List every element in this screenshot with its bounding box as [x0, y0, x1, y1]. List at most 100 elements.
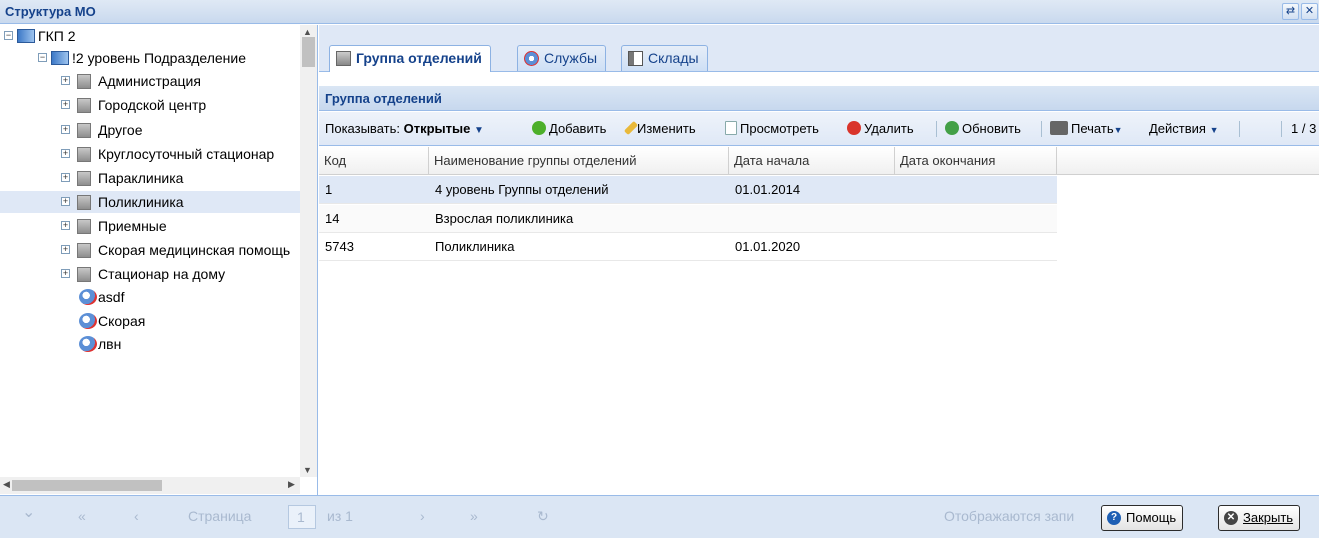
print-label: Печать [1071, 121, 1114, 136]
window-titlebar: Структура МО ⇄ ✕ [0, 0, 1319, 24]
expand-icon[interactable]: + [61, 245, 70, 254]
cell-code: 5743 [325, 239, 354, 254]
print-button[interactable]: Печать▼ [1050, 112, 1123, 147]
add-icon [532, 121, 546, 135]
help-icon: ? [1107, 511, 1121, 525]
scroll-down-icon[interactable]: ▼ [303, 465, 312, 475]
page-number-input[interactable]: 1 [288, 505, 316, 529]
column-header-name[interactable]: Наименование группы отделений [429, 147, 729, 175]
expand-icon[interactable]: + [61, 173, 70, 182]
structure-tree: − ГКП 2 − !2 уровень Подразделение + Адм… [0, 25, 318, 495]
tree-horizontal-scrollbar[interactable]: ◀ ▶ [0, 477, 300, 494]
column-header-start-date[interactable]: Дата начала [729, 147, 895, 175]
tree-node-service-lvn[interactable]: лвн [0, 333, 300, 355]
tree-node-level2[interactable]: − !2 уровень Подразделение [0, 47, 300, 69]
previous-page-icon[interactable]: ‹ [134, 508, 139, 524]
tree-node-reception[interactable]: + Приемные [0, 215, 300, 237]
first-page-icon[interactable]: « [78, 508, 86, 524]
tree-node-label: ГКП 2 [38, 28, 76, 44]
tree-node-other[interactable]: + Другое [0, 119, 300, 141]
tree-node-label: Параклиника [98, 170, 184, 186]
tree-node-administration[interactable]: + Администрация [0, 70, 300, 92]
tree-vertical-scrollbar[interactable]: ▲ ▼ [300, 25, 317, 477]
tree-node-label: Скорая [98, 313, 146, 329]
grid-header: Код Наименование группы отделений Дата н… [319, 147, 1319, 175]
scrollbar-thumb[interactable] [302, 37, 315, 67]
scroll-up-icon[interactable]: ▲ [303, 27, 312, 37]
edit-button[interactable]: Изменить [623, 112, 696, 146]
table-row[interactable]: 1 4 уровень Группы отделений 01.01.2014 [319, 176, 1057, 204]
expand-icon[interactable]: + [61, 76, 70, 85]
last-page-icon[interactable]: » [470, 508, 478, 524]
expand-icon[interactable]: + [61, 149, 70, 158]
expand-icon[interactable]: + [61, 269, 70, 278]
column-header-code[interactable]: Код [319, 147, 429, 175]
printer-icon [1050, 121, 1068, 135]
scrollbar-thumb[interactable] [12, 480, 162, 491]
tree-node-root[interactable]: − ГКП 2 [0, 25, 300, 47]
expand-icon[interactable]: + [61, 197, 70, 206]
tree-node-label: Поликлиника [98, 194, 184, 210]
expand-icon[interactable]: + [61, 125, 70, 134]
expand-icon[interactable]: + [61, 221, 70, 230]
filter-value: Открытые [403, 121, 471, 136]
scroll-left-icon[interactable]: ◀ [3, 479, 10, 490]
building-icon [77, 147, 91, 162]
tree-node-label: asdf [98, 289, 125, 305]
tree-node-home-hospital[interactable]: + Стационар на дому [0, 263, 300, 285]
tree-node-hospital[interactable]: + Круглосуточный стационар [0, 143, 300, 165]
refresh-button[interactable]: Обновить [945, 112, 1021, 146]
table-row[interactable]: 5743 Поликлиника 01.01.2020 [319, 233, 1057, 261]
collapse-icon[interactable]: − [4, 31, 13, 40]
cell-start-date: 01.01.2014 [735, 182, 801, 197]
tree-node-service-asdf[interactable]: asdf [0, 286, 300, 308]
cell-start-date [729, 205, 735, 233]
window-title: Структура МО [5, 4, 96, 19]
grid-toolbar: Показывать: Открытые ▼ Добавить Изменить… [319, 112, 1319, 146]
tree-node-polyclinic[interactable]: + Поликлиника [0, 191, 300, 213]
tree-node-paraclinic[interactable]: + Параклиника [0, 167, 300, 189]
add-button[interactable]: Добавить [532, 112, 606, 146]
organization-icon [17, 29, 35, 43]
close-window-icon[interactable]: ✕ [1301, 3, 1318, 20]
tree-node-ambulance[interactable]: + Скорая медицинская помощь [0, 239, 300, 261]
help-label: Помощь [1126, 510, 1177, 525]
building-icon [77, 219, 91, 234]
view-label: Просмотреть [740, 121, 819, 136]
collapse-icon[interactable]: − [38, 53, 47, 62]
restore-icon[interactable]: ⇄ [1282, 3, 1299, 20]
service-icon [79, 289, 97, 305]
close-button[interactable]: ✕ Закрыть [1218, 505, 1301, 531]
column-header-end-date[interactable]: Дата окончания [895, 147, 1057, 175]
service-icon [79, 313, 97, 329]
next-page-icon[interactable]: › [420, 508, 425, 524]
tree-node-label: Городской центр [98, 97, 207, 113]
tree-node-service-ambulance[interactable]: Скорая [0, 310, 300, 332]
refresh-icon[interactable]: ↻ [537, 508, 549, 525]
document-icon [725, 121, 737, 135]
tree-node-label: !2 уровень Подразделение [72, 50, 246, 66]
record-counter: 1 / 3 [1291, 121, 1317, 136]
tree-node-label: Другое [98, 122, 143, 138]
tab-warehouses[interactable]: Склады [621, 45, 708, 71]
actions-button[interactable]: Действия ▼ [1149, 112, 1219, 147]
scroll-right-icon[interactable]: ▶ [288, 479, 295, 490]
tree-node-label: Приемные [98, 218, 167, 234]
panel-title: Группа отделений [319, 86, 1319, 111]
tree-node-city-center[interactable]: + Городской центр [0, 94, 300, 116]
tab-department-groups[interactable]: Группа отделений [329, 45, 491, 72]
tree-node-label: лвн [98, 336, 122, 352]
bottom-toolbar: ⌄ « ‹ Страница 1 из 1 › » ↻ Отображаются… [0, 495, 1319, 538]
filter-dropdown[interactable]: Показывать: Открытые ▼ [325, 112, 484, 148]
tab-services[interactable]: Службы [517, 45, 607, 71]
delete-button[interactable]: Удалить [847, 112, 914, 146]
close-label: Закрыть [1243, 510, 1294, 525]
dropdown-icon[interactable]: ⌄ [22, 502, 35, 522]
help-button[interactable]: ? Помощь [1101, 505, 1184, 531]
expand-icon[interactable]: + [61, 100, 70, 109]
filter-label: Показывать: [325, 121, 400, 136]
view-button[interactable]: Просмотреть [725, 112, 819, 146]
delete-label: Удалить [864, 121, 914, 136]
table-row[interactable]: 14 Взрослая поликлиника [319, 205, 1057, 233]
page-count-label: из 1 [327, 508, 353, 524]
